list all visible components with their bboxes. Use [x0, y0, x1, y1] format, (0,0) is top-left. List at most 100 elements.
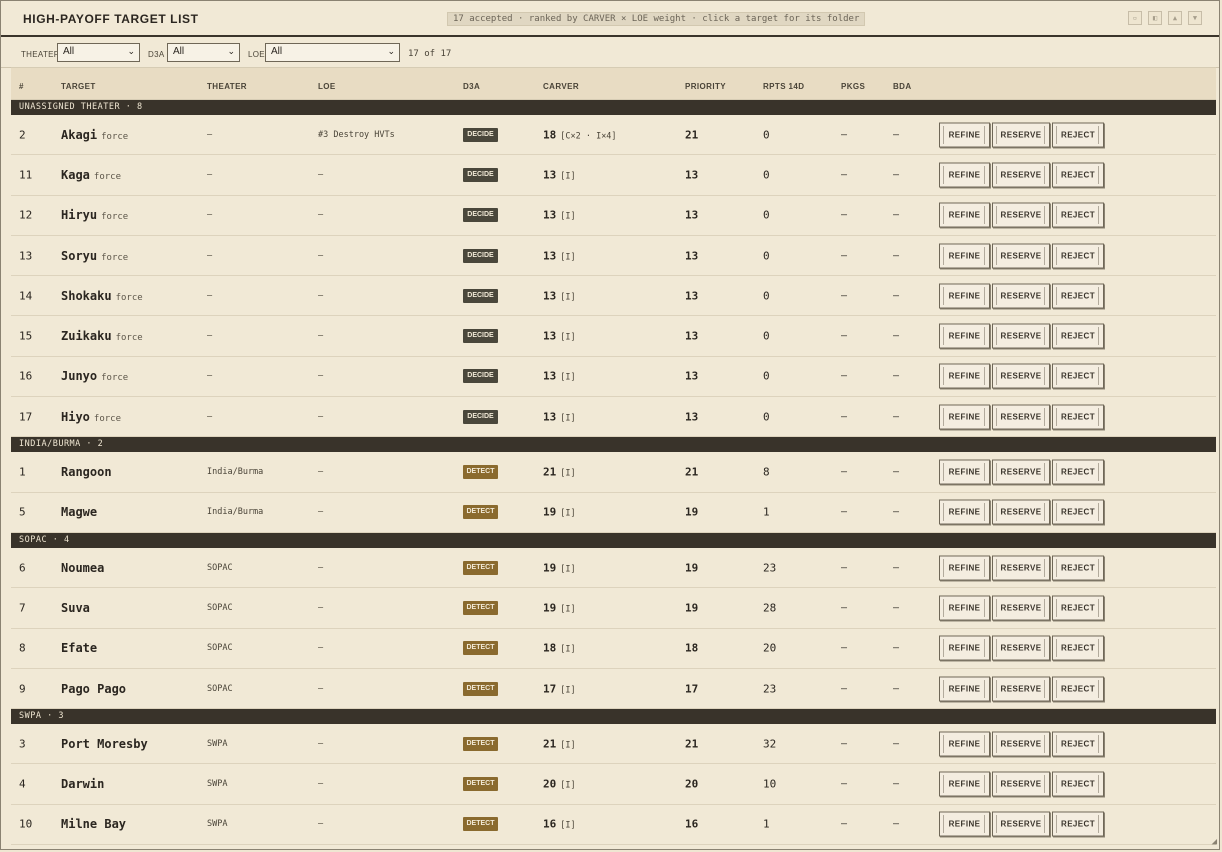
- target-name[interactable]: Hiyo force: [61, 410, 121, 424]
- reserve-button[interactable]: RESERVE: [992, 323, 1050, 349]
- target-name[interactable]: Kaga force: [61, 168, 121, 182]
- reject-button[interactable]: REJECT: [1052, 731, 1104, 757]
- reserve-button[interactable]: RESERVE: [992, 635, 1050, 661]
- target-name[interactable]: Port Moresby: [61, 737, 148, 751]
- reject-button[interactable]: REJECT: [1052, 811, 1104, 837]
- refine-button[interactable]: REFINE: [939, 771, 990, 797]
- reject-button[interactable]: REJECT: [1052, 459, 1104, 485]
- reserve-button[interactable]: RESERVE: [992, 202, 1050, 228]
- refine-button[interactable]: REFINE: [939, 499, 990, 525]
- target-name[interactable]: Hiryu force: [61, 208, 128, 222]
- reject-button[interactable]: REJECT: [1052, 283, 1104, 309]
- chevron-up-icon[interactable]: ▲: [1168, 11, 1182, 25]
- reserve-button[interactable]: RESERVE: [992, 499, 1050, 525]
- refine-button[interactable]: REFINE: [939, 122, 990, 148]
- reserve-button[interactable]: RESERVE: [992, 731, 1050, 757]
- target-name[interactable]: Magwe: [61, 505, 97, 519]
- table-row[interactable]: 2 Akagi force – #3 Destroy HVTs DECIDE 18 [C×2 …: [11, 115, 1216, 156]
- reserve-button[interactable]: RESERVE: [992, 283, 1050, 309]
- target-name[interactable]: Milne Bay: [61, 817, 126, 831]
- d3a-filter-select[interactable]: All ⌄: [167, 43, 240, 62]
- refine-button[interactable]: REFINE: [939, 811, 990, 837]
- reserve-button[interactable]: RESERVE: [992, 595, 1050, 621]
- refine-button[interactable]: REFINE: [939, 283, 990, 309]
- target-name[interactable]: Soryu force: [61, 249, 128, 263]
- refine-button[interactable]: REFINE: [939, 555, 990, 581]
- table-row[interactable]: 5 Magwe India/Burma – DETECT 19 [I] 19 1— – REFINE…: [11, 493, 1216, 533]
- table-row[interactable]: 3 Port Moresby SWPA – DETECT 21 [I] 21 32— – REFIN…: [11, 724, 1216, 765]
- table-row[interactable]: 16 Junyo force – – DECIDE 13 [I] 13 0— – REFINE RESE…: [11, 357, 1216, 398]
- col-header-pkgs: PKGS: [841, 82, 866, 91]
- table-row[interactable]: 12 Hiryu force – – DECIDE 13 [I] 13 0— – REFINE RESE…: [11, 196, 1216, 236]
- theater-filter-select[interactable]: All ⌄: [57, 43, 140, 62]
- reserve-button[interactable]: RESERVE: [992, 676, 1050, 701]
- target-loe: –: [318, 683, 324, 694]
- refine-button[interactable]: REFINE: [939, 162, 990, 188]
- table-row[interactable]: 9 Pago Pago SOPAC – DETECT 17 [I] 17 23— – REFINE R…: [11, 669, 1216, 710]
- reject-button[interactable]: REJECT: [1052, 363, 1104, 389]
- reserve-button[interactable]: RESERVE: [992, 243, 1050, 269]
- chevron-down-icon[interactable]: ▼: [1188, 11, 1202, 25]
- carver-note: [I]: [560, 564, 576, 575]
- reserve-button[interactable]: RESERVE: [992, 771, 1050, 797]
- reject-button[interactable]: REJECT: [1052, 555, 1104, 581]
- resize-handle-icon[interactable]: ◢: [1212, 837, 1217, 847]
- table-row[interactable]: 4 Darwin SWPA – DETECT 20 [I] 20 10— – REFINE RESER…: [11, 764, 1216, 805]
- reject-button[interactable]: REJECT: [1052, 404, 1104, 430]
- refine-button[interactable]: REFINE: [939, 635, 990, 661]
- refine-button[interactable]: REFINE: [939, 404, 990, 430]
- reject-button[interactable]: REJECT: [1052, 499, 1104, 525]
- reserve-button[interactable]: RESERVE: [992, 555, 1050, 581]
- target-name[interactable]: Akagi force: [61, 128, 128, 142]
- target-name[interactable]: Suva: [61, 601, 90, 615]
- target-name[interactable]: Efate: [61, 641, 97, 655]
- reserve-button[interactable]: RESERVE: [992, 363, 1050, 389]
- reserve-button[interactable]: RESERVE: [992, 459, 1050, 485]
- reject-button[interactable]: REJECT: [1052, 595, 1104, 621]
- reserve-button[interactable]: RESERVE: [992, 404, 1050, 430]
- reject-button[interactable]: REJECT: [1052, 771, 1104, 797]
- table-row[interactable]: 8 Efate SOPAC – DETECT 18 [I] 18 20— – REFINE RESER…: [11, 629, 1216, 669]
- reject-button[interactable]: REJECT: [1052, 243, 1104, 269]
- reports-14d: 0: [763, 249, 770, 263]
- reject-button[interactable]: REJECT: [1052, 162, 1104, 188]
- reject-button[interactable]: REJECT: [1052, 323, 1104, 349]
- target-name[interactable]: Zuikaku force: [61, 329, 143, 343]
- loe-filter-select[interactable]: All ⌄: [265, 43, 400, 62]
- refine-button[interactable]: REFINE: [939, 323, 990, 349]
- reserve-button[interactable]: RESERVE: [992, 811, 1050, 837]
- reject-button[interactable]: REJECT: [1052, 122, 1104, 148]
- refine-button[interactable]: REFINE: [939, 731, 990, 757]
- refine-button[interactable]: REFINE: [939, 595, 990, 621]
- table-row[interactable]: 17 Hiyo force – – DECIDE 13 [I] 13 0— – REFINE RESER…: [11, 397, 1216, 438]
- target-name[interactable]: Rangoon: [61, 465, 112, 479]
- table-row[interactable]: 11 Kaga force – – DECIDE 13 [I] 13 0— – REFINE RESER…: [11, 155, 1216, 196]
- refine-button[interactable]: REFINE: [939, 459, 990, 485]
- reject-button[interactable]: REJECT: [1052, 635, 1104, 661]
- sidebar-icon[interactable]: ◧: [1148, 11, 1162, 25]
- bda-value: –: [893, 506, 900, 518]
- refine-button[interactable]: REFINE: [939, 676, 990, 701]
- target-name[interactable]: Noumea: [61, 561, 104, 575]
- target-name[interactable]: Junyo force: [61, 369, 128, 383]
- table-row[interactable]: 13 Soryu force – – DECIDE 13 [I] 13 0— – REFINE RESE…: [11, 236, 1216, 277]
- reserve-button[interactable]: RESERVE: [992, 162, 1050, 188]
- target-name[interactable]: Darwin: [61, 777, 104, 791]
- table-row[interactable]: 1 Rangoon India/Burma – DETECT 21 [I] 21 8— – REFI…: [11, 452, 1216, 493]
- target-name[interactable]: Shokaku force: [61, 289, 143, 303]
- table-row[interactable]: 15 Zuikaku force – – DECIDE 13 [I] 13 0— – REFINE RE…: [11, 316, 1216, 357]
- table-row[interactable]: 14 Shokaku force – – DECIDE 13 [I] 13 0— – REFINE RE…: [11, 276, 1216, 317]
- table-row[interactable]: 10 Milne Bay SWPA – DETECT 16 [I] 16 1— – REFINE RE…: [11, 805, 1216, 846]
- refine-button[interactable]: REFINE: [939, 202, 990, 228]
- table-row[interactable]: 7 Suva SOPAC – DETECT 19 [I] 19 28— – REFINE RESERV…: [11, 588, 1216, 629]
- refine-button[interactable]: REFINE: [939, 243, 990, 269]
- reserve-button[interactable]: RESERVE: [992, 122, 1050, 148]
- reject-button[interactable]: REJECT: [1052, 202, 1104, 228]
- bda-value: –: [893, 642, 900, 654]
- table-row[interactable]: 6 Noumea SOPAC – DETECT 19 [I] 19 23— – REFINE RESE…: [11, 548, 1216, 589]
- minimize-icon[interactable]: ▫: [1128, 11, 1142, 25]
- refine-button[interactable]: REFINE: [939, 363, 990, 389]
- reject-button[interactable]: REJECT: [1052, 676, 1104, 701]
- target-name[interactable]: Pago Pago: [61, 682, 126, 696]
- priority-value: 13: [685, 329, 699, 343]
